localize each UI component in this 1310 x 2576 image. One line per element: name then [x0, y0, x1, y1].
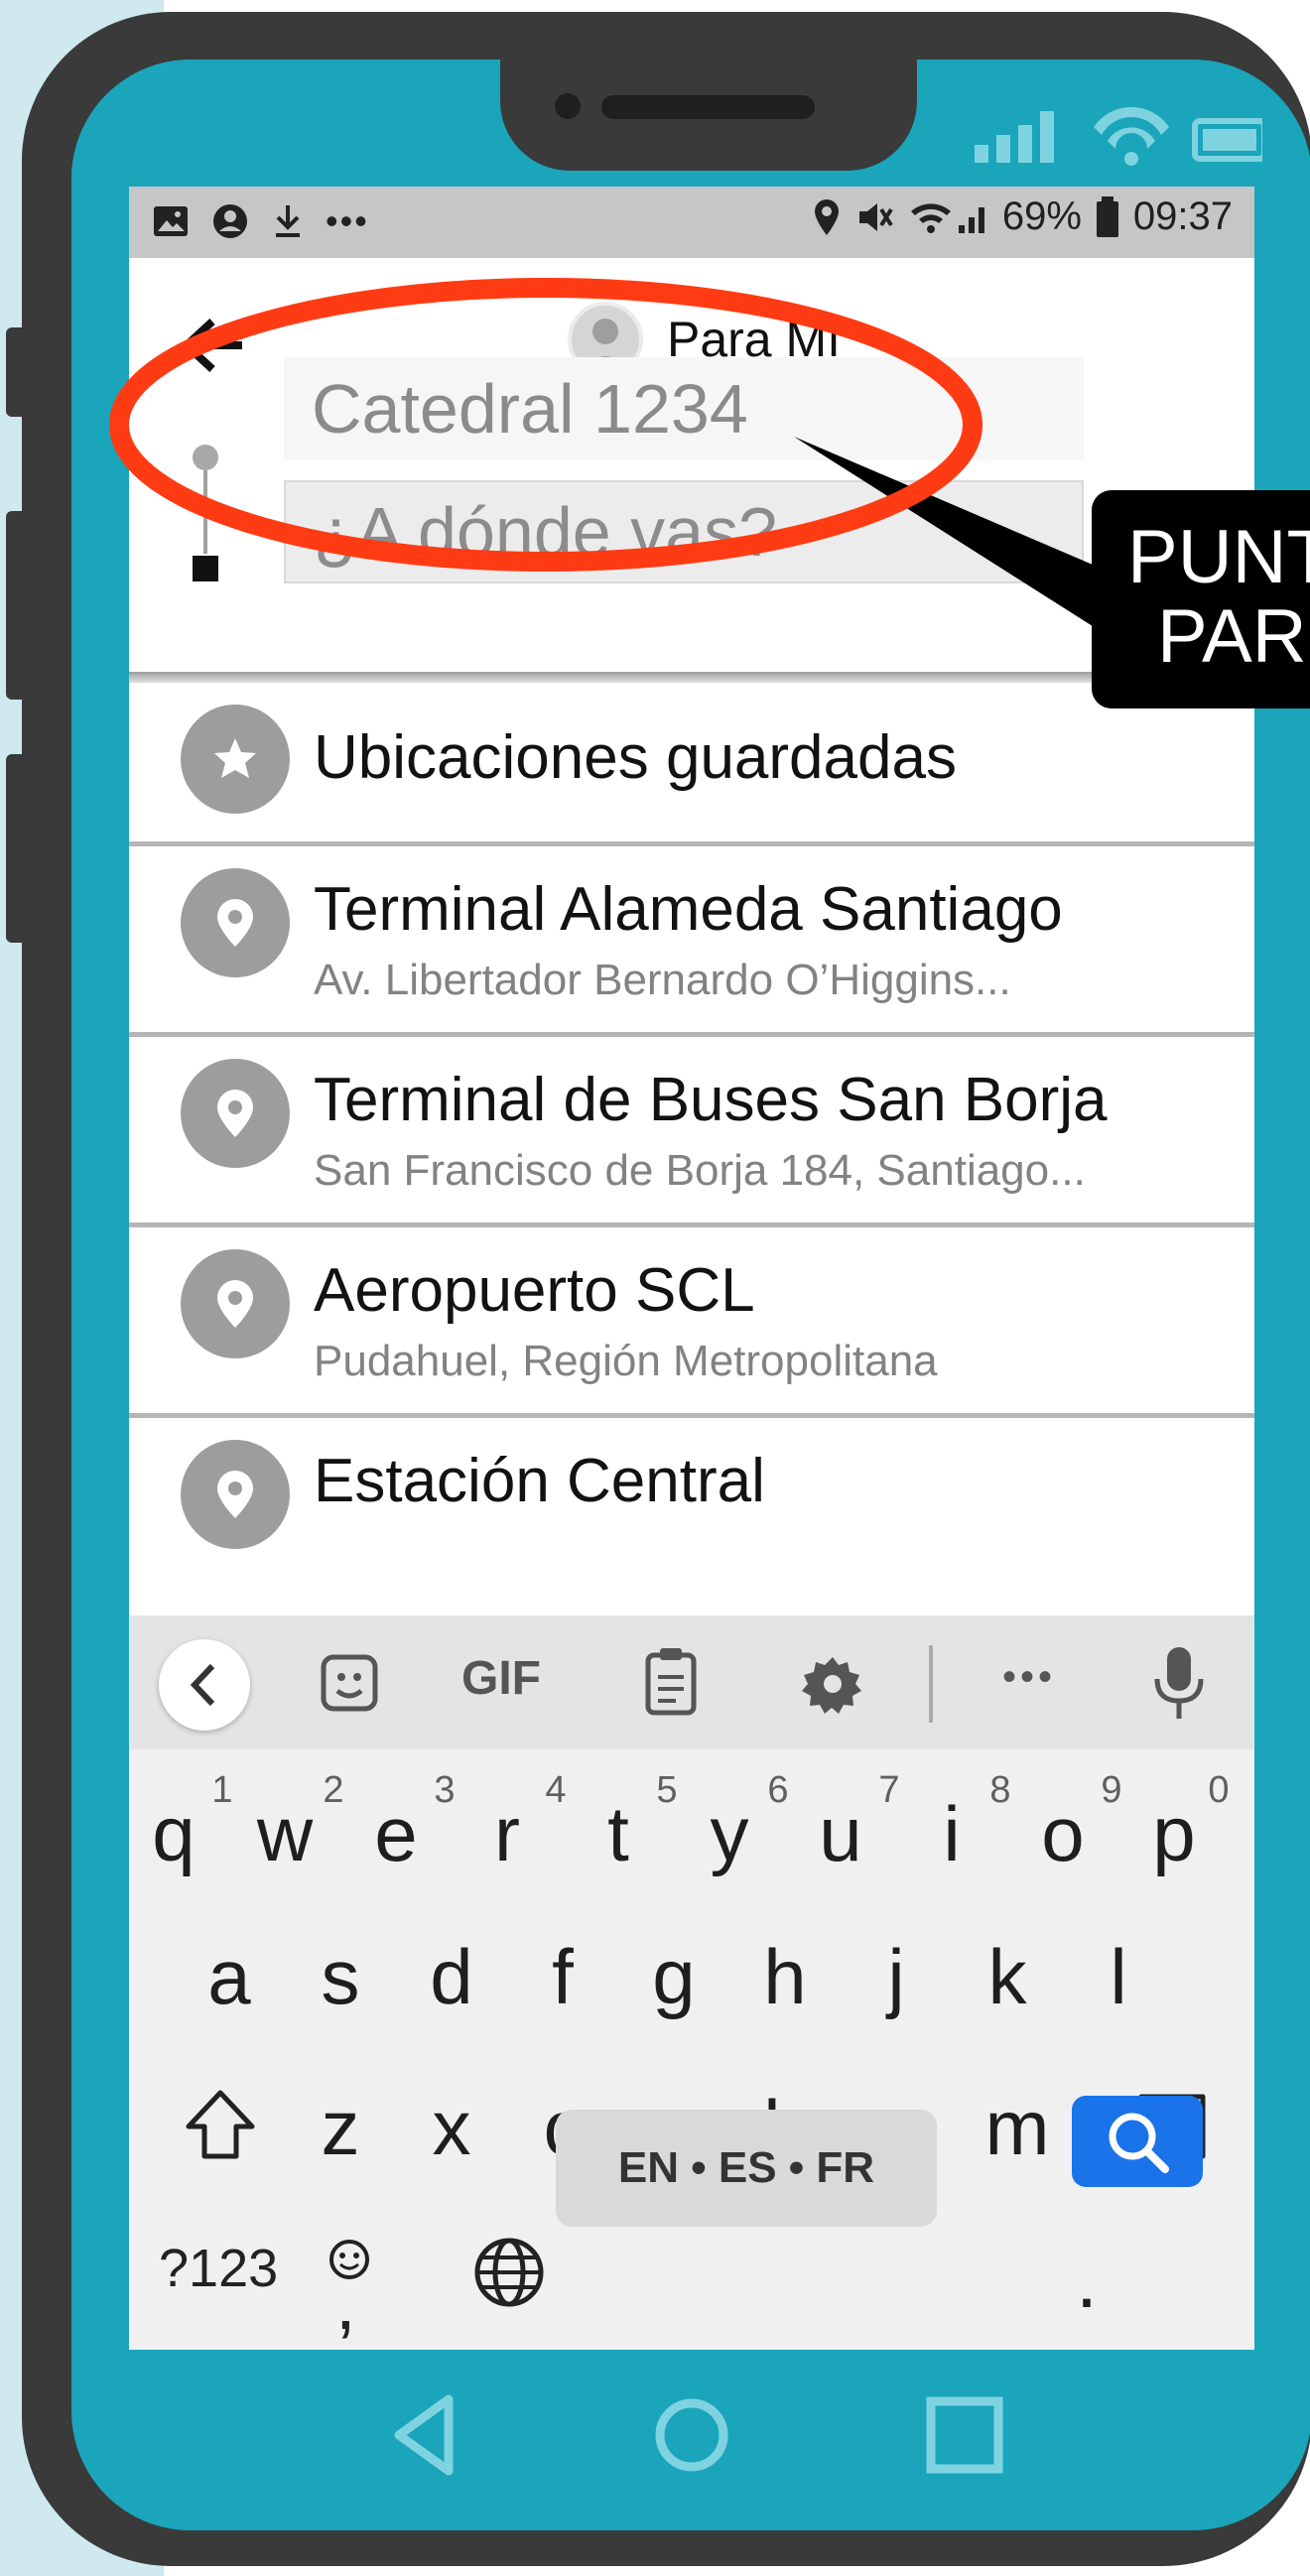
highlight-ellipse — [109, 278, 982, 572]
callout-line1: PUNT — [1127, 515, 1310, 599]
callout-line2: PAR — [1157, 594, 1307, 679]
annotation-callout: PUNT PAR — [1092, 490, 1310, 708]
annotation-overlay — [109, 278, 1107, 635]
